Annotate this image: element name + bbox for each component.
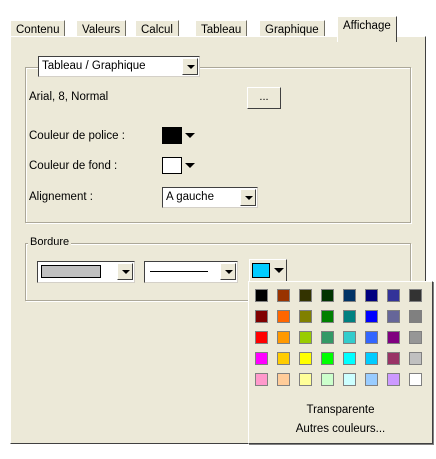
color-cell[interactable] <box>299 331 312 344</box>
more-colors-option[interactable]: Autres couleurs... <box>249 423 432 435</box>
color-cell[interactable] <box>387 289 400 302</box>
color-cell[interactable] <box>321 352 334 365</box>
tab-affichage[interactable]: Affichage <box>337 16 397 42</box>
border-legend: Bordure <box>28 236 72 248</box>
color-cell[interactable] <box>277 289 290 302</box>
alignment-label: Alignement : <box>29 191 93 203</box>
color-cell[interactable] <box>387 310 400 323</box>
properties-window: Contenu Valeurs Calcul Tableau Graphique… <box>0 0 436 459</box>
color-cell[interactable] <box>255 373 268 386</box>
font-picker-button[interactable]: ... <box>247 87 281 109</box>
color-cell[interactable] <box>343 310 356 323</box>
bg-color-label: Couleur de fond : <box>29 160 118 172</box>
color-cell[interactable] <box>321 373 334 386</box>
color-cell[interactable] <box>365 352 378 365</box>
chevron-down-icon <box>185 163 195 168</box>
color-cell[interactable] <box>343 352 356 365</box>
color-cell[interactable] <box>387 373 400 386</box>
chevron-down-icon[interactable] <box>240 189 256 206</box>
color-cell[interactable] <box>255 352 268 365</box>
target-select[interactable]: Tableau / Graphique <box>38 56 200 77</box>
color-cell[interactable] <box>277 310 290 323</box>
color-cell[interactable] <box>409 331 422 344</box>
color-cell[interactable] <box>299 352 312 365</box>
chevron-down-icon[interactable] <box>220 263 236 280</box>
color-cell[interactable] <box>299 310 312 323</box>
chevron-down-icon[interactable] <box>182 58 198 75</box>
color-cell[interactable] <box>409 373 422 386</box>
color-cell[interactable] <box>277 373 290 386</box>
alignment-select-value: A gauche <box>166 191 214 203</box>
color-cell[interactable] <box>321 331 334 344</box>
font-description: Arial, 8, Normal <box>29 91 109 103</box>
border-color-button[interactable] <box>249 259 287 283</box>
color-cell[interactable] <box>365 310 378 323</box>
bg-color-swatch <box>162 157 182 174</box>
color-palette-popup: Transparente Autres couleurs... <box>248 281 433 444</box>
color-cell[interactable] <box>409 310 422 323</box>
color-cell[interactable] <box>409 352 422 365</box>
border-color-swatch <box>252 263 270 278</box>
line-style-preview <box>150 271 208 272</box>
border-fill-swatch <box>41 265 101 278</box>
color-cell[interactable] <box>321 310 334 323</box>
color-cell[interactable] <box>365 289 378 302</box>
color-cell[interactable] <box>299 373 312 386</box>
color-cell[interactable] <box>387 331 400 344</box>
tab-strip: Contenu Valeurs Calcul Tableau Graphique… <box>10 12 430 42</box>
color-cell[interactable] <box>409 289 422 302</box>
color-cell[interactable] <box>343 289 356 302</box>
color-cell[interactable] <box>321 289 334 302</box>
target-select-value: Tableau / Graphique <box>42 60 146 72</box>
chevron-down-icon <box>274 268 284 273</box>
color-cell[interactable] <box>387 352 400 365</box>
color-cell[interactable] <box>277 331 290 344</box>
color-cell[interactable] <box>255 289 268 302</box>
color-cell[interactable] <box>277 352 290 365</box>
font-color-swatch <box>162 127 182 144</box>
bg-color-button[interactable] <box>161 155 199 177</box>
color-cell[interactable] <box>255 310 268 323</box>
color-cell[interactable] <box>299 289 312 302</box>
border-fill-select[interactable] <box>37 261 135 283</box>
chevron-down-icon[interactable] <box>117 263 133 280</box>
color-cell[interactable] <box>255 331 268 344</box>
font-color-label: Couleur de police : <box>29 130 125 142</box>
color-cell[interactable] <box>343 331 356 344</box>
color-cell[interactable] <box>343 373 356 386</box>
font-color-button[interactable] <box>161 125 199 147</box>
color-cell[interactable] <box>365 331 378 344</box>
color-cell[interactable] <box>365 373 378 386</box>
chevron-down-icon <box>185 133 195 138</box>
transparent-option[interactable]: Transparente <box>249 404 432 416</box>
alignment-select[interactable]: A gauche <box>162 187 258 208</box>
border-line-style-select[interactable] <box>144 261 238 283</box>
